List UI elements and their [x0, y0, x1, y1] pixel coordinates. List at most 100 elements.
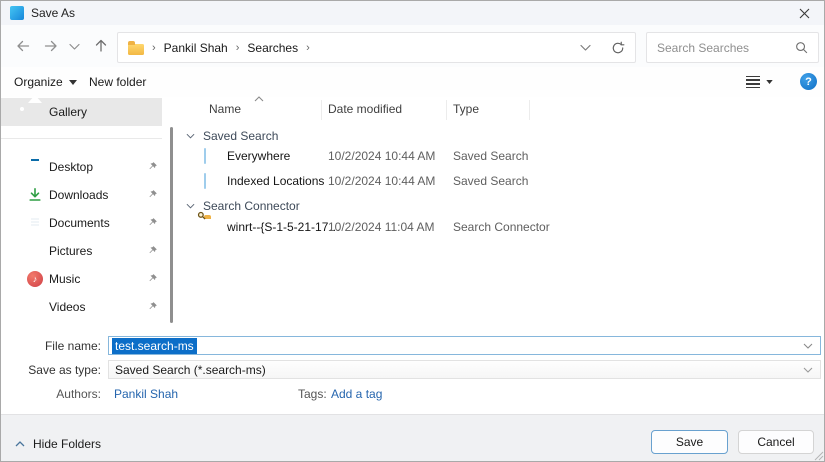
group-label: Search Connector: [203, 199, 300, 213]
save-as-type-label: Save as type:: [1, 363, 101, 377]
sidebar-item-desktop[interactable]: Desktop: [1, 153, 162, 181]
hide-folders-button[interactable]: Hide Folders: [15, 437, 101, 451]
forward-arrow-icon: [43, 38, 59, 54]
back-button[interactable]: [9, 25, 37, 67]
breadcrumb-separator: ›: [306, 42, 310, 54]
sort-ascending-icon: [254, 96, 264, 102]
hide-folders-chevron-icon: [15, 441, 25, 447]
documents-icon: [27, 215, 43, 231]
sidebar-item-documents[interactable]: Documents: [1, 209, 162, 237]
file-name-cell: winrt--{S-1-5-21-17…: [227, 220, 340, 234]
close-button[interactable]: [782, 1, 825, 25]
group-chevron-icon: [186, 133, 195, 139]
group-chevron-icon: [186, 203, 195, 209]
organize-label: Organize: [14, 75, 63, 89]
sidebar-item-pictures[interactable]: Pictures: [1, 237, 162, 265]
save-as-type-value: Saved Search (*.search-ms): [115, 363, 266, 377]
refresh-icon[interactable]: [611, 41, 625, 55]
view-list-icon: [746, 76, 760, 88]
close-icon: [799, 8, 810, 19]
command-toolbar: Organize New folder ?: [1, 67, 825, 97]
breadcrumb-item-searches[interactable]: Searches: [247, 41, 298, 55]
authors-value-link[interactable]: Pankil Shah: [114, 387, 178, 401]
up-button[interactable]: [87, 25, 115, 67]
sidebar-item-label: Gallery: [49, 98, 87, 126]
breadcrumb-item-pankil-shah[interactable]: Pankil Shah: [164, 41, 228, 55]
organize-button[interactable]: Organize: [14, 67, 77, 97]
address-dropdown-chevron-icon[interactable]: [580, 44, 591, 51]
column-header-type[interactable]: Type: [453, 102, 479, 116]
up-arrow-icon: [93, 38, 109, 54]
gallery-icon: [27, 104, 43, 120]
authors-label: Authors:: [1, 387, 101, 401]
saved-search-icon: [204, 174, 206, 188]
pin-icon: [147, 161, 158, 172]
downloads-icon: [27, 187, 43, 203]
change-view-button[interactable]: [746, 67, 773, 97]
new-folder-label: New folder: [89, 75, 146, 89]
column-header-name[interactable]: Name: [209, 102, 241, 116]
dropdown-chevron-icon[interactable]: [803, 343, 813, 349]
file-name-value: test.search-ms: [112, 338, 197, 354]
save-as-dialog: Save As: [0, 0, 825, 462]
navigation-bar: › Pankil Shah › Searches › Search Search…: [1, 25, 825, 67]
window-title: Save As: [31, 1, 75, 25]
new-folder-button[interactable]: New folder: [89, 67, 146, 97]
group-header-saved-search[interactable]: Saved Search: [186, 128, 278, 144]
file-type-cell: Saved Search: [453, 149, 528, 163]
column-header-date-modified[interactable]: Date modified: [328, 102, 402, 116]
sidebar-item-label: Downloads: [49, 181, 108, 209]
file-row-winrt[interactable]: winrt--{S-1-5-21-17… 10/2/2024 11:04 AM …: [176, 218, 821, 239]
dropdown-chevron-icon: [803, 367, 813, 373]
column-separator[interactable]: [446, 100, 447, 120]
sidebar-item-music[interactable]: ♪ Music: [1, 265, 162, 293]
sidebar-item-label: Documents: [49, 209, 110, 237]
sidebar-item-videos[interactable]: Videos: [1, 293, 162, 321]
file-name-cell: Indexed Locations: [227, 174, 324, 188]
forward-button[interactable]: [37, 25, 65, 67]
address-bar[interactable]: › Pankil Shah › Searches ›: [117, 32, 636, 63]
file-type-cell: Search Connector: [453, 220, 550, 234]
file-name-label: File name:: [1, 339, 101, 353]
help-button[interactable]: ?: [800, 73, 817, 90]
tags-label: Tags:: [298, 387, 327, 401]
search-input[interactable]: Search Searches: [646, 32, 819, 63]
resize-grip-icon[interactable]: [814, 451, 824, 461]
pin-icon: [147, 273, 158, 284]
view-caret-icon: [766, 80, 773, 84]
save-button-label: Save: [676, 435, 703, 449]
breadcrumb-separator: ›: [152, 42, 156, 54]
sidebar-item-downloads[interactable]: Downloads: [1, 181, 162, 209]
recent-locations-chevron-icon: [69, 43, 80, 50]
column-separator[interactable]: [529, 100, 530, 120]
app-save-as-icon: [10, 6, 24, 20]
file-type-cell: Saved Search: [453, 174, 528, 188]
pin-icon: [147, 217, 158, 228]
help-icon: ?: [805, 76, 812, 88]
hide-folders-label: Hide Folders: [33, 437, 101, 451]
file-name-input[interactable]: test.search-ms: [108, 336, 821, 355]
file-name-cell: Everywhere: [227, 149, 290, 163]
sidebar-item-label: Desktop: [49, 153, 93, 181]
save-as-type-select[interactable]: Saved Search (*.search-ms): [108, 360, 821, 379]
sidebar-item-label: Music: [49, 265, 80, 293]
save-button[interactable]: Save: [651, 430, 728, 454]
sidebar-item-label: Pictures: [49, 237, 92, 265]
title-bar: Save As: [1, 1, 825, 25]
sidebar-item-label: Videos: [49, 293, 85, 321]
recent-locations-button[interactable]: [63, 25, 85, 67]
column-separator[interactable]: [321, 100, 322, 120]
sidebar-divider: [1, 138, 162, 139]
tags-add-link[interactable]: Add a tag: [331, 387, 382, 401]
file-row-everywhere[interactable]: Everywhere 10/2/2024 10:44 AM Saved Sear…: [176, 147, 821, 168]
address-folder-icon: [128, 44, 144, 55]
cancel-button-label: Cancel: [757, 435, 794, 449]
file-row-indexed-locations[interactable]: Indexed Locations 10/2/2024 10:44 AM Sav…: [176, 172, 821, 193]
pin-icon: [147, 189, 158, 200]
pin-icon: [147, 245, 158, 256]
search-icon: [795, 41, 808, 54]
cancel-button[interactable]: Cancel: [738, 430, 814, 454]
sidebar-item-gallery[interactable]: Gallery: [1, 98, 162, 126]
sidebar-scrollbar[interactable]: [170, 127, 173, 323]
saved-search-icon: [204, 149, 206, 163]
